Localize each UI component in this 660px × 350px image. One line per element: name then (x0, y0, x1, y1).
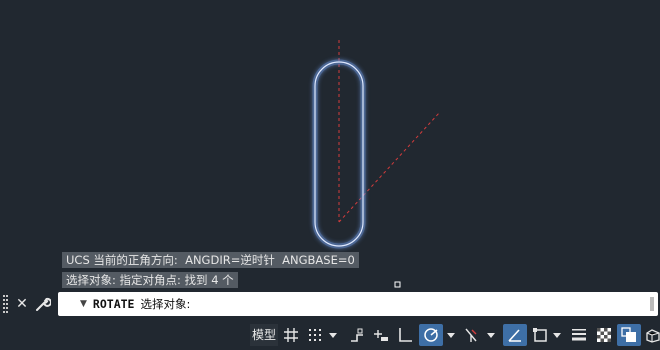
model-tab[interactable]: 模型 (250, 324, 278, 346)
osnap-icon[interactable] (529, 324, 551, 346)
chevron-down-icon[interactable] (486, 324, 496, 346)
scrollbar[interactable] (650, 297, 654, 311)
drag-handle[interactable] (3, 295, 9, 313)
isodraft-icon[interactable] (461, 324, 481, 346)
status-bar: 模型 (0, 320, 660, 350)
selection-cycling-icon[interactable] (617, 324, 641, 346)
close-icon[interactable]: ✕ (13, 294, 31, 314)
wrench-icon[interactable] (34, 294, 52, 314)
snap-icon[interactable] (305, 324, 325, 346)
chevron-down-icon[interactable] (552, 324, 562, 346)
grid-icon[interactable] (281, 324, 301, 346)
command-history-line: 选择对象: 指定对角点: 找到 4 个 (62, 272, 238, 288)
dynamic-input-icon[interactable] (371, 324, 391, 346)
chevron-down-icon[interactable] (446, 324, 456, 346)
recent-commands-icon[interactable]: ▼ (80, 299, 87, 309)
command-history-line: UCS 当前的正角方向: ANGDIR=逆时针 ANGBASE=0 (62, 252, 359, 268)
command-prompt: 选择对象: (140, 297, 191, 311)
command-keyword: ROTATE (92, 297, 135, 311)
lineweight-icon[interactable] (569, 324, 589, 346)
rotation-reference-line (338, 111, 441, 223)
chevron-down-icon[interactable] (328, 324, 338, 346)
drawing-canvas[interactable] (0, 0, 660, 290)
cursor-pickbox (394, 281, 401, 288)
transparency-icon[interactable] (593, 324, 615, 346)
osnap-tracking-icon[interactable] (503, 324, 527, 346)
3d-object-snap-icon[interactable] (643, 324, 660, 346)
ortho-icon[interactable] (395, 324, 415, 346)
infer-constraints-icon[interactable] (347, 324, 367, 346)
polar-icon[interactable] (419, 324, 443, 346)
command-line: ✕ ▼ ROTATE 选择对象: (0, 290, 660, 318)
command-input[interactable]: ▼ ROTATE 选择对象: (58, 292, 658, 316)
